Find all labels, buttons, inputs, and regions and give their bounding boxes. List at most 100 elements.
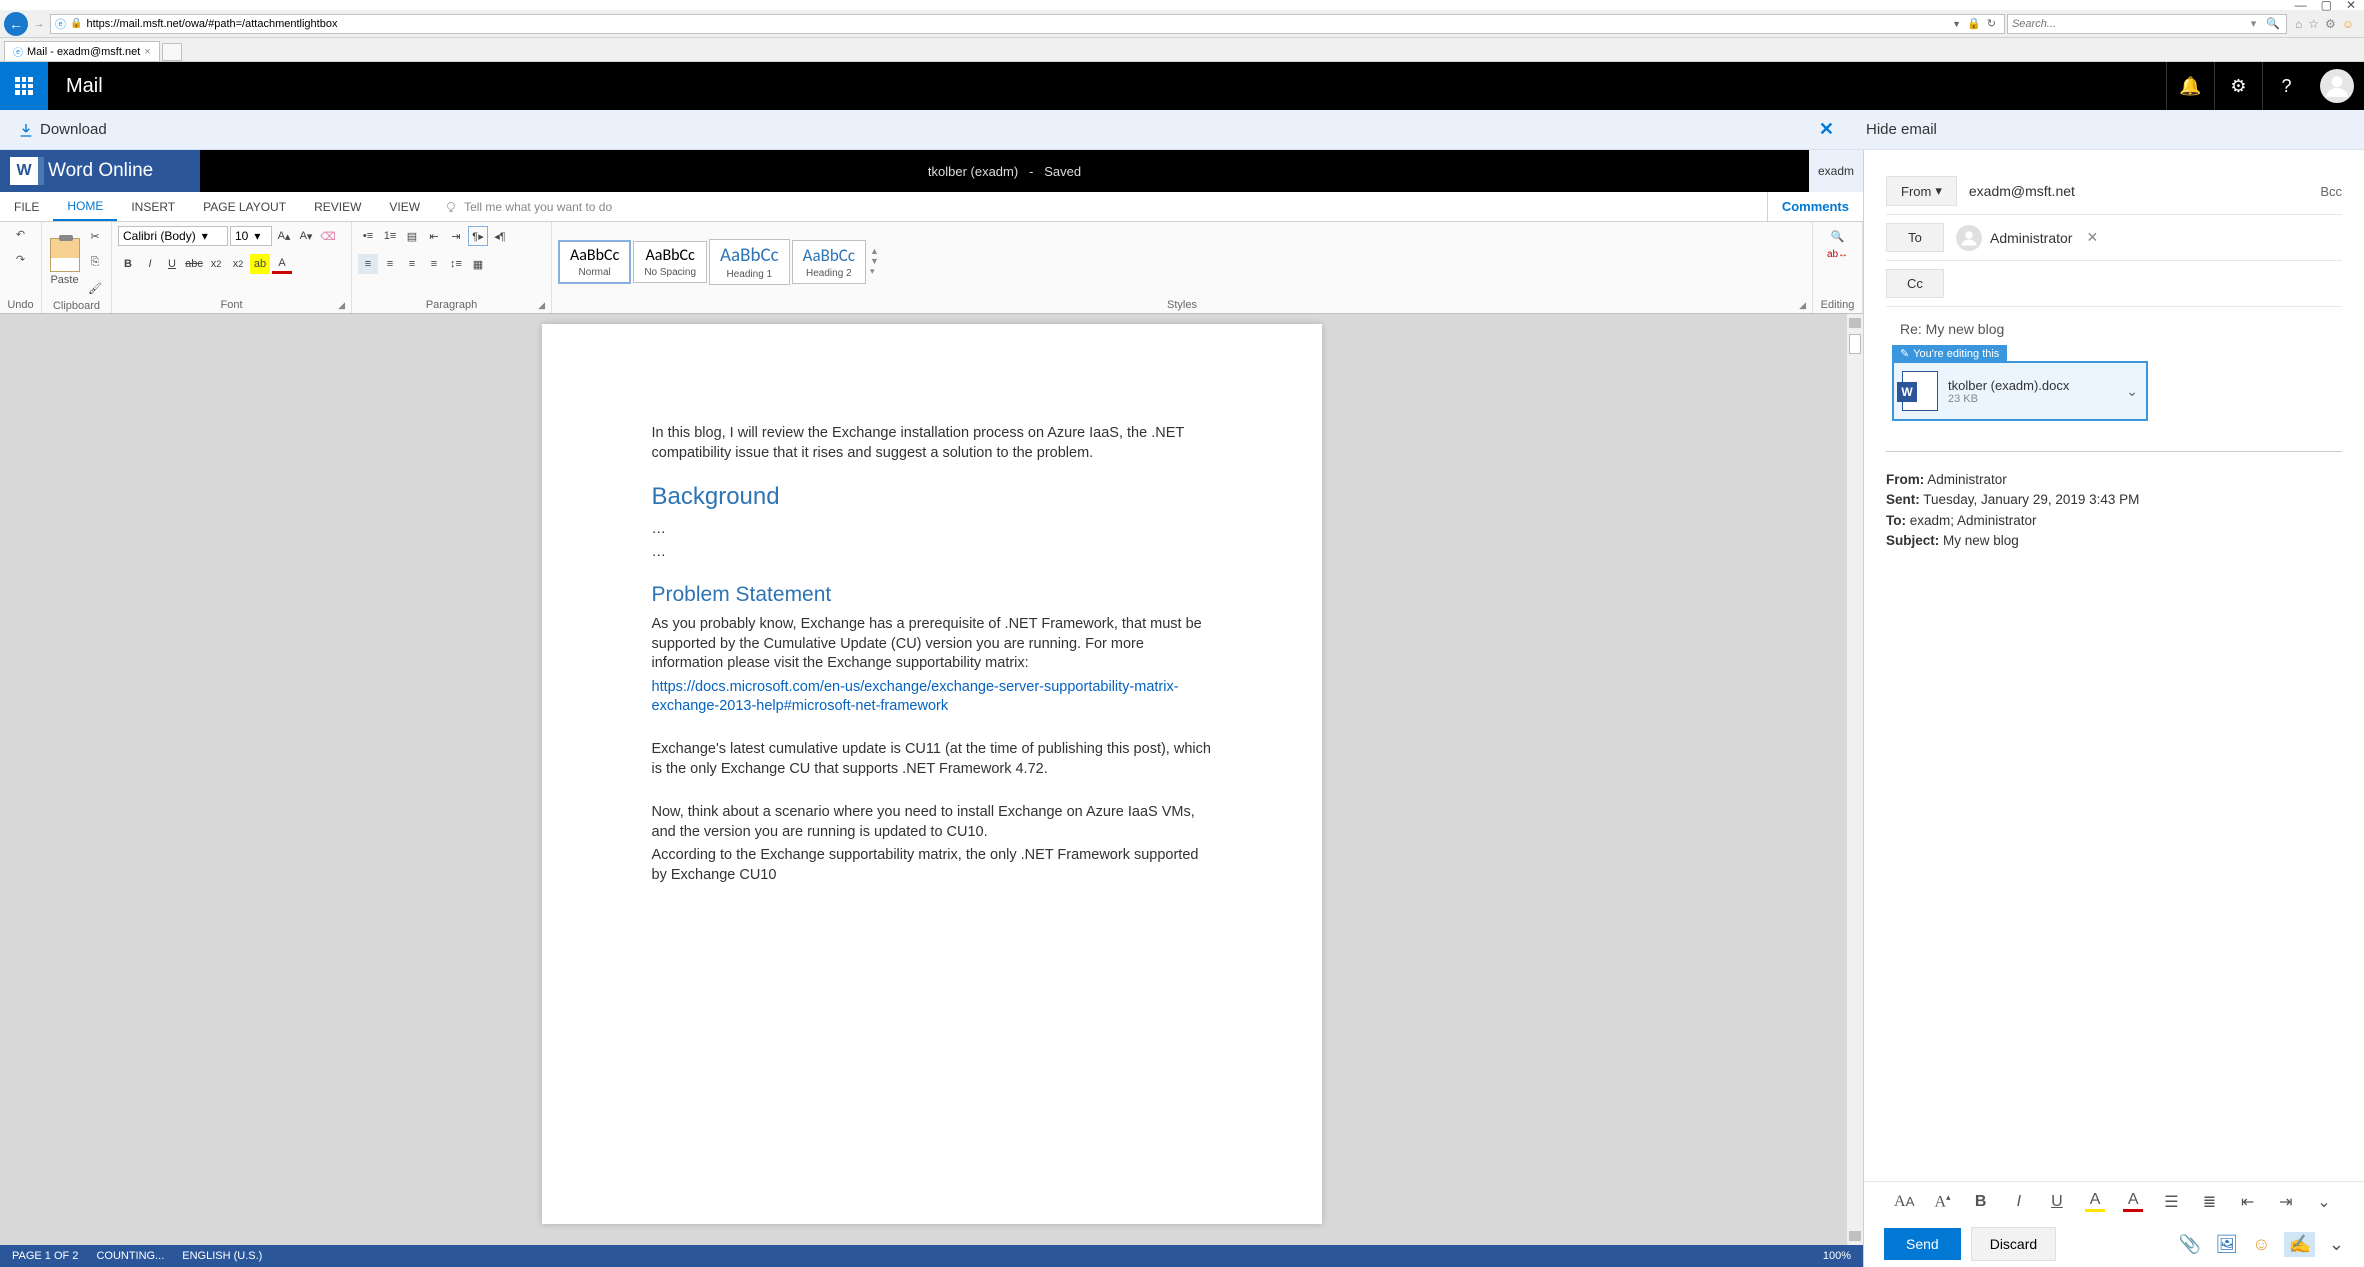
align-right-button[interactable]: ≡ xyxy=(402,254,422,274)
tell-me-search[interactable]: Tell me what you want to do xyxy=(434,200,612,214)
scroll-up-button[interactable] xyxy=(1849,318,1861,328)
nav-forward-button[interactable]: → xyxy=(30,15,48,33)
multilevel-button[interactable]: ▤ xyxy=(402,226,422,246)
window-minimize-icon[interactable]: — xyxy=(2295,0,2307,12)
nav-back-button[interactable]: ← xyxy=(4,12,28,36)
font-color-button[interactable]: A xyxy=(272,254,292,274)
replace-button[interactable]: ab↔ xyxy=(1827,249,1848,260)
font-size-decrease-button[interactable]: AA xyxy=(1894,1193,1914,1211)
search-dropdown-icon[interactable]: ▾ xyxy=(2247,17,2261,30)
browser-search[interactable]: ▾ 🔍 xyxy=(2007,14,2287,34)
fmt-bullets-button[interactable]: ☰ xyxy=(2161,1192,2181,1212)
download-button[interactable]: Download xyxy=(18,121,107,138)
comments-button[interactable]: Comments xyxy=(1767,192,1863,221)
shrink-font-button[interactable]: A▾ xyxy=(296,226,316,246)
line-spacing-button[interactable]: ↕≡ xyxy=(446,254,466,274)
word-user-label[interactable]: exadm xyxy=(1809,150,1863,192)
doc-p1[interactable]: As you probably know, Exchange has a pre… xyxy=(652,615,1212,674)
notifications-button[interactable]: 🔔 xyxy=(2166,62,2214,110)
style-heading-2[interactable]: AaBbCcHeading 2 xyxy=(792,240,866,284)
fmt-highlight-button[interactable]: A xyxy=(2085,1191,2105,1212)
address-bar[interactable]: ⓔ 🔒 ▼ 🔒 ↻ xyxy=(50,14,2005,34)
help-button[interactable]: ? xyxy=(2262,62,2310,110)
font-size-increase-button[interactable]: A▴ xyxy=(1932,1192,1952,1211)
discard-button[interactable]: Discard xyxy=(1971,1227,2056,1261)
decrease-indent-button[interactable]: ⇤ xyxy=(424,226,444,246)
font-size-select[interactable]: 10▾ xyxy=(230,226,272,246)
fmt-indent-button[interactable]: ⇥ xyxy=(2276,1192,2296,1212)
tab-view[interactable]: VIEW xyxy=(375,192,434,221)
scroll-down-button[interactable] xyxy=(1849,1231,1861,1241)
style-heading-1[interactable]: AaBbCcHeading 1 xyxy=(709,239,790,285)
favorites-icon[interactable]: ☆ xyxy=(2308,17,2319,31)
window-restore-icon[interactable]: ▢ xyxy=(2321,0,2332,12)
cc-button[interactable]: Cc xyxy=(1886,269,1944,298)
highlight-button[interactable]: ab xyxy=(250,254,270,274)
window-close-icon[interactable]: ✕ xyxy=(2346,0,2356,12)
attach-button[interactable]: 📎 xyxy=(2179,1234,2201,1255)
cut-button[interactable]: ✂ xyxy=(85,226,105,246)
increase-indent-button[interactable]: ⇥ xyxy=(446,226,466,246)
undo-button[interactable]: ↶ xyxy=(11,226,31,243)
scroll-marker[interactable] xyxy=(1849,334,1861,354)
styles-up-button[interactable]: ▲ xyxy=(870,246,879,256)
fmt-outdent-button[interactable]: ⇤ xyxy=(2238,1192,2258,1212)
vertical-scrollbar[interactable] xyxy=(1847,314,1863,1245)
from-selector[interactable]: From ▾ xyxy=(1886,176,1957,206)
more-actions-button[interactable]: ⌄ xyxy=(2329,1234,2344,1255)
rtl-button[interactable]: ◂¶ xyxy=(490,226,510,246)
emoji-button[interactable]: ☺ xyxy=(2252,1234,2270,1255)
smiley-icon[interactable]: ☺ xyxy=(2342,17,2354,31)
app-launcher-button[interactable] xyxy=(0,62,48,110)
superscript-button[interactable]: x2 xyxy=(228,254,248,274)
word-brand[interactable]: W Word Online xyxy=(0,150,200,192)
doc-link[interactable]: https://docs.microsoft.com/en-us/exchang… xyxy=(652,679,1179,715)
attachment-menu-button[interactable]: ⌄ xyxy=(2126,383,2138,400)
status-page[interactable]: PAGE 1 OF 2 xyxy=(12,1250,78,1262)
tab-page-layout[interactable]: PAGE LAYOUT xyxy=(189,192,300,221)
bold-button[interactable]: B xyxy=(118,254,138,274)
fmt-numbering-button[interactable]: ≣ xyxy=(2199,1192,2219,1212)
tab-review[interactable]: REVIEW xyxy=(300,192,375,221)
doc-p2[interactable]: Exchange's latest cumulative update is C… xyxy=(652,740,1212,779)
tools-icon[interactable]: ⚙ xyxy=(2325,17,2336,31)
italic-button[interactable]: I xyxy=(140,254,160,274)
ltr-button[interactable]: ¶▸ xyxy=(468,226,488,246)
document-canvas[interactable]: In this blog, I will review the Exchange… xyxy=(0,314,1863,1245)
document-page[interactable]: In this blog, I will review the Exchange… xyxy=(542,324,1322,1224)
styles-down-button[interactable]: ▼ xyxy=(870,256,879,266)
remove-recipient-button[interactable]: ✕ xyxy=(2080,229,2098,246)
home-icon[interactable]: ⌂ xyxy=(2295,17,2302,31)
subject-field[interactable]: Re: My new blog xyxy=(1886,307,2342,347)
lightbox-close-button[interactable]: ✕ xyxy=(1819,119,1846,140)
redo-button[interactable]: ↷ xyxy=(11,251,31,268)
status-wordcount[interactable]: COUNTING... xyxy=(96,1250,164,1262)
bullets-button[interactable]: •≡ xyxy=(358,226,378,246)
fmt-underline-button[interactable]: U xyxy=(2047,1193,2067,1211)
subscript-button[interactable]: x2 xyxy=(206,254,226,274)
refresh-icon[interactable]: ↻ xyxy=(1987,17,1996,30)
to-button[interactable]: To xyxy=(1886,223,1944,252)
tab-file[interactable]: FILE xyxy=(0,192,53,221)
doc-p3[interactable]: Now, think about a scenario where you ne… xyxy=(652,803,1212,842)
tab-close-icon[interactable]: × xyxy=(144,46,150,58)
grow-font-button[interactable]: A▴ xyxy=(274,226,294,246)
bcc-toggle[interactable]: Bcc xyxy=(2320,184,2342,199)
align-center-button[interactable]: ≡ xyxy=(380,254,400,274)
fmt-more-button[interactable]: ⌄ xyxy=(2314,1192,2334,1212)
doc-dots[interactable]: … xyxy=(652,520,1212,540)
attachment-card[interactable]: ✎You're editing this tkolber (exadm).doc… xyxy=(1892,361,2148,421)
status-zoom[interactable]: 100% xyxy=(1823,1250,1851,1262)
stop-icon[interactable]: ▼ xyxy=(1952,19,1961,29)
doc-dots[interactable]: … xyxy=(652,543,1212,563)
fmt-font-color-button[interactable]: A xyxy=(2123,1191,2143,1212)
special-indent-button[interactable]: ▦ xyxy=(468,254,488,274)
tab-home[interactable]: HOME xyxy=(53,192,117,221)
styles-more-button[interactable]: ▾ xyxy=(870,266,879,277)
signature-button[interactable]: ✍ xyxy=(2284,1232,2314,1257)
font-name-select[interactable]: Calibri (Body)▾ xyxy=(118,226,228,246)
style-normal[interactable]: AaBbCcNormal xyxy=(558,240,631,284)
copy-button[interactable]: ⎘ xyxy=(85,252,105,272)
settings-button[interactable]: ⚙ xyxy=(2214,62,2262,110)
insert-picture-button[interactable]: 🖼 xyxy=(2215,1234,2238,1255)
